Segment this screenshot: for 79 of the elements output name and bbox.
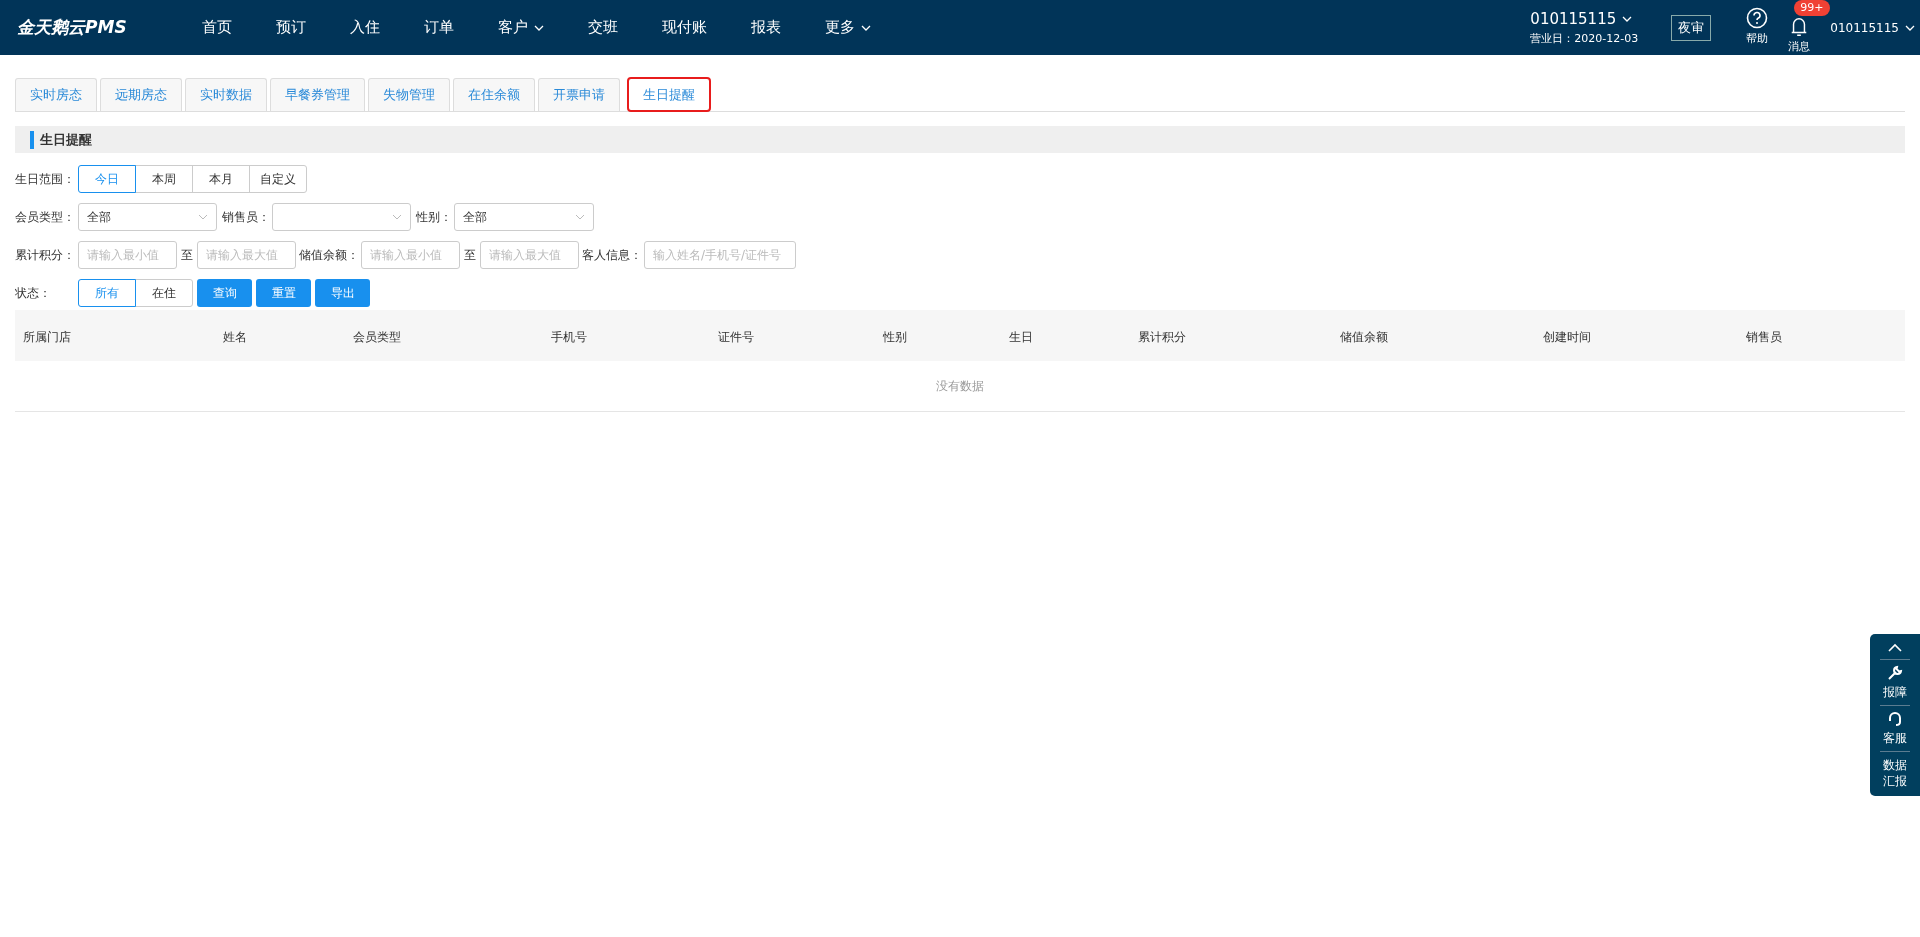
caret-icon — [1622, 16, 1633, 23]
segment-option[interactable]: 本月 — [192, 165, 250, 193]
column-header: 创建时间 — [1543, 329, 1591, 344]
select-field[interactable] — [272, 203, 411, 231]
chevron-up-icon[interactable] — [1888, 643, 1902, 652]
wrench-icon[interactable] — [1887, 665, 1903, 681]
tab[interactable]: 早餐券管理 — [270, 78, 365, 111]
input-field[interactable]: 请输入最大值 — [480, 241, 579, 269]
nav-link[interactable]: 首页 — [180, 16, 254, 39]
caret-icon — [1905, 24, 1915, 31]
field-label: 性别： — [416, 209, 452, 226]
field-label: 状态： — [15, 285, 52, 302]
notification-badge: 99+ — [1794, 0, 1830, 16]
tab[interactable]: 在住余额 — [453, 78, 535, 111]
nav-link[interactable]: 交班 — [566, 16, 640, 39]
night-audit-button[interactable]: 夜审 — [1671, 14, 1712, 41]
tab[interactable]: 生日提醒 — [627, 77, 711, 112]
caret-icon — [534, 24, 544, 31]
logo: 金天鹅云PMS — [16, 15, 128, 39]
nav-link[interactable]: 客户 — [476, 16, 566, 39]
caret-icon — [392, 214, 402, 220]
nav-link[interactable]: 现付账 — [640, 16, 729, 39]
select-field[interactable]: 全部 — [454, 203, 594, 231]
help-label[interactable]: 帮助 — [1746, 31, 1769, 48]
column-header: 性别 — [883, 329, 907, 344]
nav-link[interactable]: 预订 — [254, 16, 328, 39]
tab[interactable]: 实时数据 — [185, 78, 267, 111]
tab[interactable]: 失物管理 — [368, 78, 450, 111]
column-header: 储值余额 — [1340, 329, 1388, 344]
empty-message: 没有数据 — [936, 378, 984, 395]
segment-option[interactable]: 自定义 — [249, 165, 307, 193]
column-header: 销售员 — [1746, 329, 1782, 344]
field-label: 至 — [181, 247, 193, 264]
select-value: 全部 — [463, 209, 487, 226]
help-icon[interactable] — [1746, 7, 1769, 30]
side-panel-link[interactable]: 数据汇报 — [1882, 757, 1908, 789]
column-header: 姓名 — [223, 329, 247, 344]
segment-option[interactable]: 本周 — [135, 165, 193, 193]
select-field[interactable]: 全部 — [78, 203, 217, 231]
side-panel-link[interactable]: 报障 — [1882, 684, 1908, 700]
select-value: 全部 — [87, 209, 111, 226]
column-header: 生日 — [1009, 329, 1033, 344]
segment-option[interactable]: 在住 — [135, 279, 193, 307]
tab[interactable]: 实时房态 — [15, 78, 97, 111]
caret-icon — [575, 214, 585, 220]
column-header: 所属门店 — [23, 329, 71, 344]
column-header: 手机号 — [551, 329, 587, 344]
field-label: 销售员： — [222, 209, 270, 226]
field-label: 至 — [464, 247, 476, 264]
nav-link[interactable]: 更多 — [803, 16, 893, 39]
nav-link[interactable]: 订单 — [402, 16, 476, 39]
input-field[interactable]: 请输入最小值 — [78, 241, 177, 269]
segment-option[interactable]: 所有 — [78, 279, 136, 307]
column-header: 证件号 — [718, 329, 754, 344]
tab[interactable]: 开票申请 — [538, 78, 620, 111]
input-field[interactable]: 输入姓名/手机号/证件号 — [644, 241, 796, 269]
headset-icon[interactable] — [1888, 711, 1902, 727]
user-menu[interactable]: 010115115 — [1830, 18, 1915, 37]
field-label: 生日范围： — [15, 171, 76, 188]
messages-label[interactable]: 消息 — [1788, 39, 1811, 56]
nav-link[interactable]: 入住 — [328, 16, 402, 39]
hotel-selector[interactable]: 010115115 — [1530, 8, 1639, 31]
section-title: 生日提醒 — [30, 130, 92, 149]
business-date: 营业日：2020-12-03 — [1530, 30, 1639, 47]
segment-option[interactable]: 今日 — [78, 165, 136, 193]
column-header: 累计积分 — [1138, 329, 1186, 344]
field-label: 储值余额： — [299, 247, 359, 264]
bell-icon[interactable] — [1790, 17, 1809, 37]
caret-icon — [861, 24, 871, 31]
column-header: 会员类型 — [353, 329, 401, 344]
nav-link[interactable]: 报表 — [729, 16, 803, 39]
caret-icon — [198, 214, 208, 220]
field-label: 客人信息： — [582, 247, 642, 264]
input-field[interactable]: 请输入最小值 — [361, 241, 460, 269]
tab[interactable]: 远期房态 — [100, 78, 182, 111]
input-field[interactable]: 请输入最大值 — [197, 241, 296, 269]
field-label: 会员类型： — [15, 209, 76, 226]
side-panel-link[interactable]: 客服 — [1882, 730, 1908, 746]
field-label: 累计积分： — [15, 247, 76, 264]
